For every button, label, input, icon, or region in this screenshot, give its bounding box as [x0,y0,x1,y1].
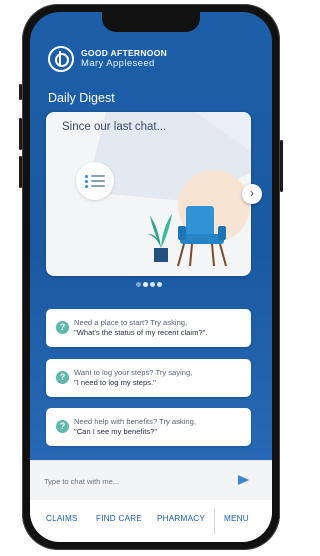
send-icon[interactable] [238,475,249,485]
power-button [280,140,283,192]
armchair-icon [177,206,227,267]
nav-pharmacy[interactable]: PHARMACY [157,514,205,523]
suggestion-prompt: Want to log your steps? Try saying, [74,368,193,377]
suggestion-prompt: Need help with benefits? Try asking, [74,417,196,426]
carousel-pagination [136,282,176,288]
user-name: Mary Appleseed [81,58,155,69]
bottom-nav: CLAIMS FIND CARE PHARMACY MENU [30,500,272,542]
suggestion-card-benefits[interactable]: ? Need help with benefits? Try asking, "… [46,408,251,446]
chevron-right-icon[interactable]: › [242,184,262,204]
chat-input[interactable] [44,473,224,489]
phone-notch [102,12,200,32]
nav-find-care[interactable]: FIND CARE [96,514,142,523]
suggestion-card-claim-status[interactable]: ? Need a place to start? Try asking, "Wh… [46,309,251,347]
question-icon: ? [56,371,69,384]
greeting-text: GOOD AFTERNOON [81,48,168,58]
question-icon: ? [56,420,69,433]
list-bubble-icon [76,162,114,200]
app-screen: GOOD AFTERNOON Mary Appleseed Daily Dige… [30,12,272,542]
digest-card-text: Since our last chat... [62,121,167,133]
page-dot[interactable] [136,282,141,287]
suggestion-example: "I need to log my steps." [74,378,156,387]
page-dot[interactable] [157,282,162,287]
suggestion-prompt: Need a place to start? Try asking, [74,318,188,327]
app-logo-icon [48,46,74,72]
question-icon: ? [56,321,69,334]
chat-input-bar [30,460,272,500]
digest-card[interactable]: Since our last chat... [46,112,251,276]
daily-digest-title: Daily Digest [48,91,115,105]
nav-claims[interactable]: CLAIMS [46,514,78,523]
nav-menu[interactable]: MENU [224,514,249,523]
page-dot[interactable] [143,282,148,287]
suggestion-example: "Can I see my benefits?" [74,427,158,436]
page-dot[interactable] [150,282,155,287]
suggestion-example: "What's the status of my recent claim?". [74,328,208,337]
suggestion-card-log-steps[interactable]: ? Want to log your steps? Try saying, "I… [46,359,251,397]
nav-divider [214,508,215,534]
